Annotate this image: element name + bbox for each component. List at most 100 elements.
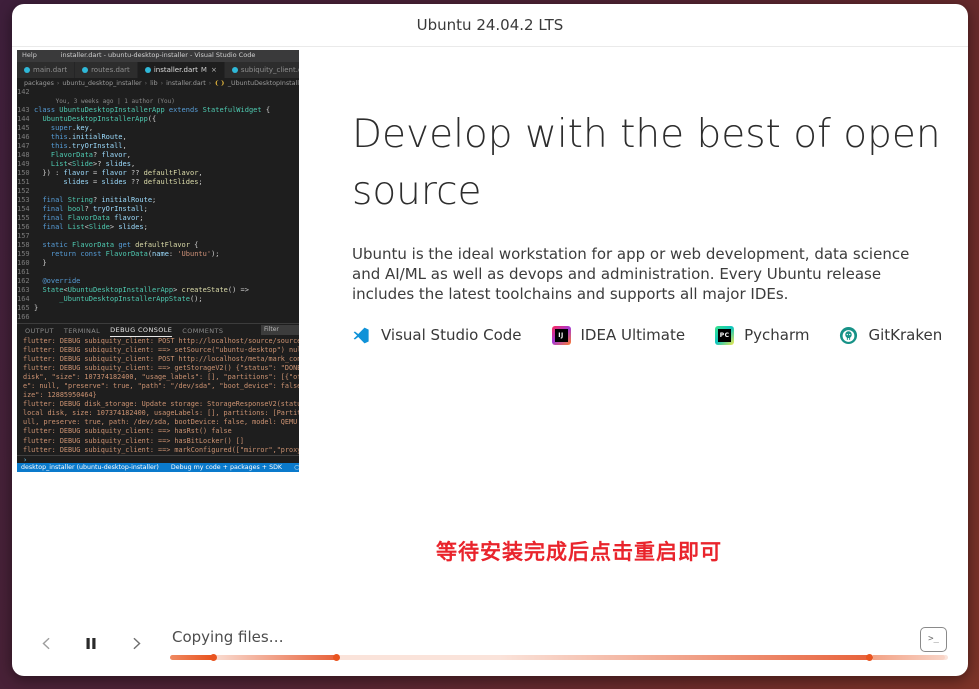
- slide-heading: Develop with the best of open source: [352, 106, 942, 220]
- code-line: 153 final String? initialRoute;: [17, 196, 299, 205]
- editor-tab-label: installer.dart: [154, 66, 198, 74]
- dart-file-icon: [145, 67, 151, 73]
- editor-tab: main.dart: [17, 62, 75, 78]
- line-number: 163: [17, 286, 34, 295]
- install-progress-bar: [170, 655, 948, 660]
- idea-icon: IJ: [552, 326, 571, 345]
- code-line: 152: [17, 187, 299, 196]
- code-line: 160 }: [17, 259, 299, 268]
- breadcrumb-separator: ›: [57, 80, 60, 87]
- slide-back-button[interactable]: [33, 630, 59, 656]
- ide-logo-idea: IJ IDEA Ultimate: [552, 326, 686, 345]
- editor-tab: installer.dartM ×: [138, 62, 225, 78]
- install-status-label: Copying files…: [172, 628, 284, 646]
- code-line: 162 @override: [17, 277, 299, 286]
- code-line: 157: [17, 232, 299, 241]
- panel-tab-output: OUTPUT: [25, 324, 54, 337]
- close-icon: ×: [211, 66, 217, 74]
- code-line: 142: [17, 88, 299, 97]
- editor-tab: routes.dart: [75, 62, 138, 78]
- terminal-log-button[interactable]: >_: [920, 627, 947, 652]
- line-number: 153: [17, 196, 34, 205]
- ide-logo-vscode: Visual Studio Code: [352, 326, 522, 345]
- code-line: 165}: [17, 304, 299, 313]
- vscode-status-project: desktop_installer (ubuntu-desktop-instal…: [21, 464, 159, 471]
- vscode-titlebar: Help installer.dart - ubuntu-desktop-ins…: [17, 50, 299, 62]
- code-line: 156 final List<Slide> slides;: [17, 223, 299, 232]
- line-number: [17, 97, 34, 106]
- line-number: 159: [17, 250, 34, 259]
- vscode-editor-tabs: main.dart routes.dart installer.dartM × subi…: [17, 62, 299, 78]
- dart-file-icon: [232, 67, 238, 73]
- ide-logo-pycharm: PC Pycharm: [715, 326, 809, 345]
- idea-icon-letters: IJ: [555, 329, 568, 342]
- breadcrumb-item: _UbuntuDesktopInstallerAppStat: [228, 80, 299, 87]
- ide-logo-row: Visual Studio Code IJ IDEA Ultimate PC Pycha…: [352, 324, 942, 346]
- line-number: 160: [17, 259, 34, 268]
- line-number: 150: [17, 169, 34, 178]
- console-line: e": null, "preserve": true, "path": "/de…: [17, 382, 299, 391]
- vscode-status-watch: ○ Watch: [294, 464, 299, 471]
- line-number: 147: [17, 142, 34, 151]
- panel-tab-debug-console: DEBUG CONSOLE: [110, 324, 172, 337]
- line-number: 152: [17, 187, 34, 196]
- ide-logo-label: Visual Studio Code: [381, 326, 522, 344]
- pycharm-icon-letters: PC: [718, 329, 731, 342]
- editor-tab-label: main.dart: [33, 66, 67, 74]
- code-line: 143class UbuntuDesktopInstallerApp exten…: [17, 106, 299, 115]
- breadcrumb-item: installer.dart: [166, 80, 206, 87]
- ide-logo-label: GitKraken: [868, 326, 942, 344]
- code-line: 145 super.key,: [17, 124, 299, 133]
- slideshow-pause-button[interactable]: [78, 630, 104, 656]
- ide-logo-gitkraken: GitKraken: [839, 326, 942, 345]
- progress-segment: [500, 655, 868, 660]
- breadcrumb-separator: ›: [161, 80, 164, 87]
- code-line: 149 List<Slide>? slides,: [17, 160, 299, 169]
- editor-tab-label: routes.dart: [91, 66, 130, 74]
- vscode-console-prompt: ›: [17, 455, 299, 463]
- console-line: flutter: DEBUG subiquity_client: ==> has…: [17, 437, 299, 446]
- code-line: 146 this.initialRoute,: [17, 133, 299, 142]
- console-line: flutter: DEBUG subiquity_client: POST ht…: [17, 355, 299, 364]
- line-number: 144: [17, 115, 34, 124]
- code-line: 158 static FlavorData get defaultFlavor …: [17, 241, 299, 250]
- code-line: 166: [17, 313, 299, 322]
- line-number: 151: [17, 178, 34, 187]
- console-line: flutter: DEBUG subiquity_client: ==> set…: [17, 346, 299, 355]
- line-number: 148: [17, 151, 34, 160]
- line-number: 166: [17, 313, 34, 322]
- console-line: ize": 12885950464}: [17, 391, 299, 400]
- window-header: Ubuntu 24.04.2 LTS: [12, 4, 968, 47]
- line-number: 142: [17, 88, 34, 97]
- vscode-filter-box: Filter: [261, 325, 299, 335]
- console-line: flutter: DEBUG subiquity_client: ==> has…: [17, 427, 299, 436]
- console-line: flutter: DEBUG subiquity_client: ==> get…: [17, 364, 299, 373]
- slide-next-button[interactable]: [123, 630, 149, 656]
- console-line: disk", "size": 107374182400, "usage_labe…: [17, 373, 299, 382]
- code-line: 159 return const FlavorData(name: 'Ubunt…: [17, 250, 299, 259]
- progress-dot: [866, 654, 873, 661]
- breadcrumb-separator: ›: [145, 80, 148, 87]
- editor-tab: subiquity_client.dart: [225, 62, 299, 78]
- code-line: 144 UbuntuDesktopInstallerApp({: [17, 115, 299, 124]
- vscode-icon: [352, 326, 371, 345]
- vscode-status-bar: desktop_installer (ubuntu-desktop-instal…: [17, 463, 299, 472]
- line-number: 146: [17, 133, 34, 142]
- code-line: 163 State<UbuntuDesktopInstallerApp> cre…: [17, 286, 299, 295]
- ide-logo-label: IDEA Ultimate: [581, 326, 686, 344]
- modified-badge: M: [201, 66, 207, 74]
- vscode-panel-tabs: OUTPUTTERMINALDEBUG CONSOLECOMMENTS: [17, 323, 299, 337]
- chevron-left-icon: [40, 637, 53, 650]
- editor-tab-label: subiquity_client.dart: [241, 66, 299, 74]
- line-number: 155: [17, 214, 34, 223]
- vscode-screenshot: Help installer.dart - ubuntu-desktop-ins…: [17, 50, 299, 472]
- symbol-icon: ❨❩: [214, 80, 225, 87]
- pause-icon: [85, 637, 97, 650]
- ide-logo-label: Pycharm: [744, 326, 809, 344]
- code-line: 154 final bool? tryOrInstall;: [17, 205, 299, 214]
- desktop-background: Ubuntu 24.04.2 LTS Help installer.dart -…: [0, 0, 979, 689]
- line-number: 145: [17, 124, 34, 133]
- dart-file-icon: [82, 67, 88, 73]
- vscode-code-editor: 142 You, 3 weeks ago | 1 author (You)143…: [17, 88, 299, 323]
- code-line: You, 3 weeks ago | 1 author (You): [17, 97, 299, 106]
